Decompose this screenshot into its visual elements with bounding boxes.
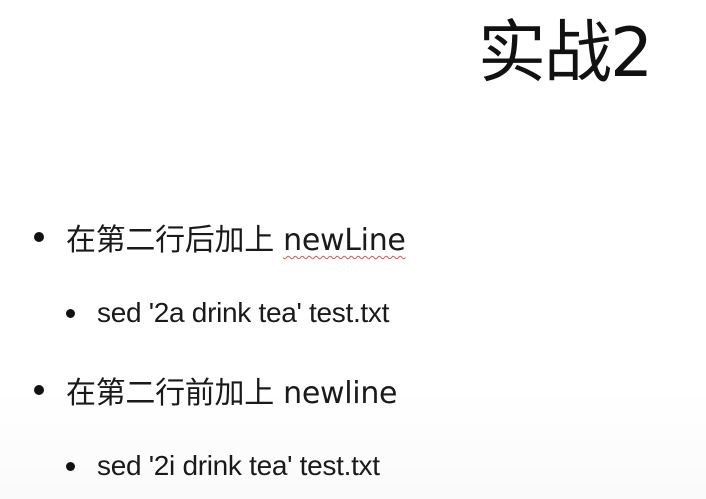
bullet-dot-icon: [34, 232, 44, 242]
bullet-keyword: newLine: [283, 223, 406, 258]
bullet-item: 在第二行前加上 newline: [34, 368, 398, 412]
bullet-text-prefix: 在第二行后加上: [66, 223, 284, 258]
bullet-dot-icon: [34, 385, 44, 395]
sub-bullet-text: sed '2i drink tea' test.txt: [97, 450, 380, 481]
slide-title: 实战2: [478, 14, 653, 93]
sub-bullet-item: sed '2i drink tea' test.txt: [66, 445, 380, 487]
sub-bullet-dot-icon: [66, 308, 75, 318]
bullet-text-prefix: 在第二行前加上: [66, 376, 284, 411]
bullet-text: 在第二行后加上 newLine: [66, 215, 406, 259]
bullet-text: 在第二行前加上 newline: [66, 368, 398, 412]
sub-bullet-text: sed '2a drink tea' test.txt: [97, 297, 390, 328]
bullet-item: 在第二行后加上 newLine: [34, 215, 406, 259]
slide: 实战2 在第二行后加上 newLine sed '2a drink tea' t…: [0, 0, 706, 499]
sub-bullet-item: sed '2a drink tea' test.txt: [66, 292, 389, 334]
sub-bullet-dot-icon: [66, 461, 75, 471]
bullet-keyword: newline: [283, 376, 398, 411]
